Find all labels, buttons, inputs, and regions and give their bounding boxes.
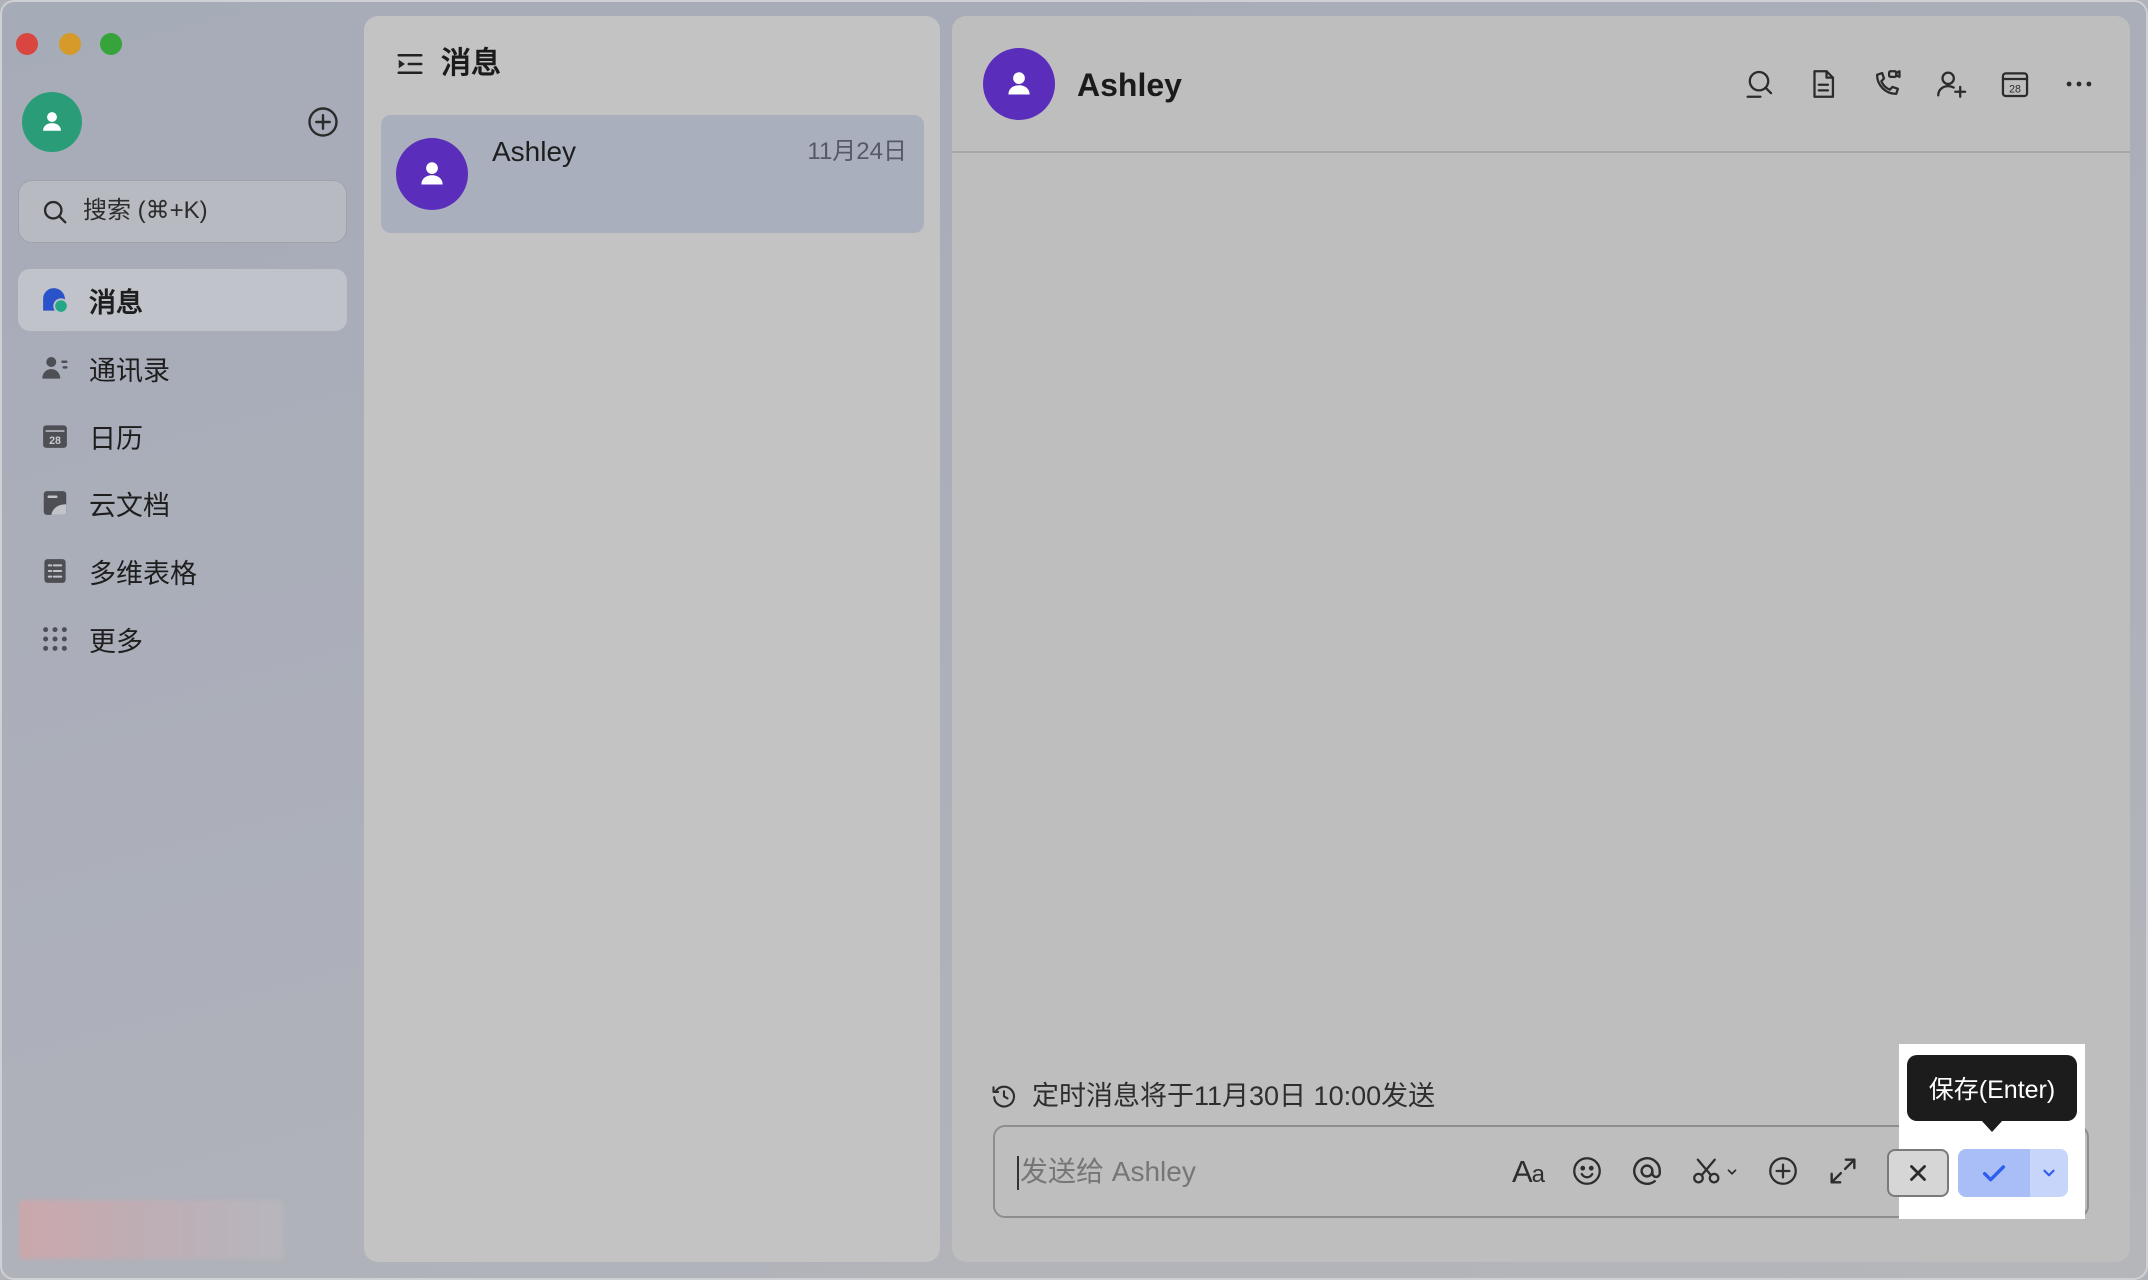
window-zoom-button[interactable] [100,33,122,55]
header-divider [952,151,2130,153]
chat-name: Ashley [492,136,577,167]
sidebar-item-label: 日历 [89,423,143,454]
sidebar-item-calendar[interactable]: 28 日历 [18,405,347,467]
chat-list-item[interactable]: Ashley 11月24日 [381,115,924,233]
expand-icon[interactable] [1826,1154,1860,1188]
new-button[interactable] [305,104,341,140]
search-icon [43,200,67,224]
calendar-day-label: 28 [49,435,61,447]
call-icon[interactable] [1870,67,1904,101]
mention-icon[interactable] [1630,1154,1664,1188]
chat-search-icon[interactable] [1742,67,1776,101]
window-close-button[interactable] [16,33,38,55]
person-icon [43,112,61,131]
person-icon [1008,72,1030,95]
calendar-icon: 28 [43,425,67,448]
sidebar-item-label: 更多 [89,626,143,657]
check-icon [1982,1165,2006,1182]
person-icon [421,162,443,185]
save-options-button[interactable] [2030,1149,2068,1197]
save-button[interactable] [1958,1149,2030,1197]
chat-list-title: 消息 [441,47,501,80]
more-apps-icon [43,627,67,651]
plus-circle-icon [308,107,338,137]
search-input[interactable] [83,181,333,241]
scheduled-clock-icon [992,1085,1016,1108]
message-input[interactable] [1020,1127,1500,1216]
sidebar-item-messages[interactable]: 消息 [18,269,347,331]
emoji-icon[interactable] [1570,1154,1604,1188]
sidebar-item-label: 云文档 [89,490,170,521]
doc-icon[interactable] [1806,67,1840,101]
format-text-icon: Aa [1511,1153,1545,1189]
scissors-icon[interactable] [1690,1154,1724,1188]
search-box[interactable] [18,180,347,243]
message-icon [43,288,69,314]
collapse-list-icon[interactable] [395,49,425,79]
user-avatar[interactable] [22,92,82,152]
app-window: 消息 通讯录 28 日历 云文档 多维表格 [0,0,2148,1280]
cancel-button[interactable] [1887,1149,1949,1197]
more-icon[interactable] [2062,67,2096,101]
sidebar-item-label: 多维表格 [89,558,197,589]
sidebar-item-label: 通讯录 [89,355,170,386]
add-member-icon[interactable] [1934,67,1968,101]
chevron-down-icon [2043,1169,2055,1177]
sidebar-item-label: 消息 [89,287,143,318]
redacted-area [19,1200,283,1259]
sidebar-item-more[interactable]: 更多 [18,608,347,670]
close-icon [1910,1165,1926,1181]
chat-date: 11月24日 [807,138,907,165]
tooltip-arrow [1981,1120,2003,1132]
text-caret [1017,1156,1019,1190]
sidebar-item-contacts[interactable]: 通讯录 [18,337,347,399]
cloud-docs-icon [43,491,67,515]
contacts-icon [42,357,68,379]
base-table-icon [44,559,66,583]
save-tooltip: 保存(Enter) [1907,1055,2077,1121]
contact-avatar [396,138,468,210]
add-circle-icon[interactable] [1766,1154,1800,1188]
calendar-icon[interactable]: 28 [1998,67,2032,101]
sidebar-item-base-table[interactable]: 多维表格 [18,540,347,602]
calendar-day-label: 28 [2009,84,2021,96]
scheduled-message-note: 定时消息将于11月30日 10:00发送 [1032,1081,1436,1111]
format-text-button[interactable]: Aa [1511,1154,1545,1188]
chat-list-panel: 消息 Ashley 11月24日 [364,16,940,1262]
chevron-down-icon[interactable] [1725,1165,1739,1179]
window-minimize-button[interactable] [59,33,81,55]
conversation-avatar[interactable] [983,48,1055,120]
sidebar-item-cloud-docs[interactable]: 云文档 [18,472,347,534]
conversation-title[interactable]: Ashley [1077,65,1182,105]
